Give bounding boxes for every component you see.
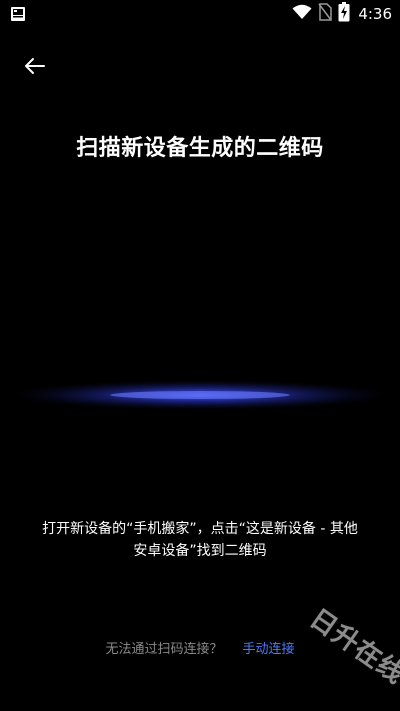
manual-connect-link[interactable]: 手动连接 xyxy=(243,638,295,657)
instruction-text: 打开新设备的“手机搬家”，点击“这是新设备 - 其他 安卓设备”找到二维码 xyxy=(24,518,376,562)
notification-icon xyxy=(10,6,26,22)
instruction-line-2: 安卓设备”找到二维码 xyxy=(133,543,267,559)
scan-fail-question: 无法通过扫码连接？ xyxy=(105,642,223,657)
watermark: 日升在线 xyxy=(292,604,400,691)
status-icons: 4:36 xyxy=(292,2,392,26)
status-bar: 4:36 xyxy=(0,0,400,28)
wifi-icon xyxy=(292,4,312,24)
watermark-text: 日升在线 xyxy=(304,603,400,691)
instruction-line-1: 打开新设备的“手机搬家”，点击“这是新设备 - 其他 xyxy=(42,521,358,537)
battery-charging-icon xyxy=(338,2,350,26)
status-time: 4:36 xyxy=(358,5,392,23)
no-sim-icon xyxy=(318,3,333,25)
arrow-left-icon xyxy=(25,58,45,74)
back-button[interactable] xyxy=(20,52,50,80)
page-title: 扫描新设备生成的二维码 xyxy=(76,136,324,161)
scan-glow xyxy=(0,360,400,430)
